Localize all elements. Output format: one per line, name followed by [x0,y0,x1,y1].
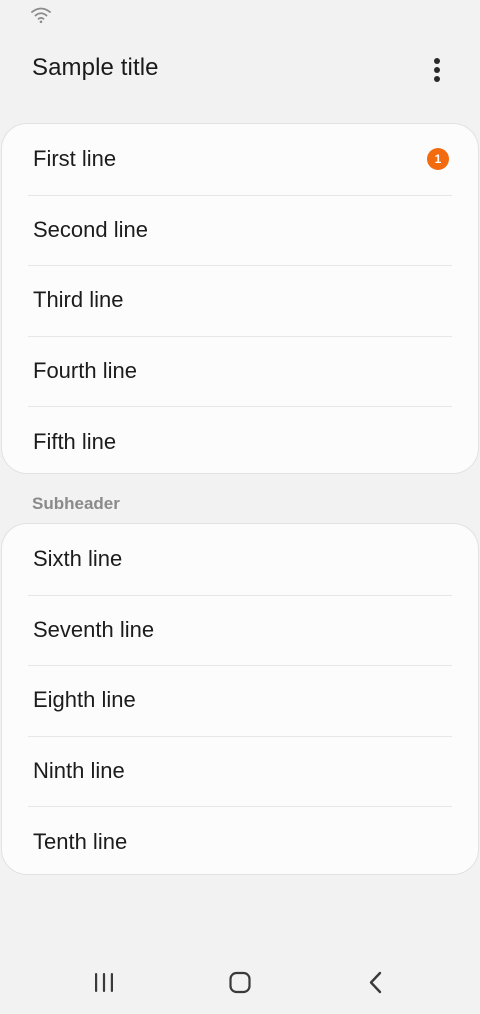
screen: Sample title First line 1 Second line Th… [0,0,480,1014]
list-group-1: First line 1 Second line Third line Four… [1,123,479,474]
list-item-label: Fifth line [33,428,117,454]
list-item-first[interactable]: First line 1 [2,124,478,195]
list-item-label: Second line [33,216,148,242]
list-group-2: Sixth line Seventh line Eighth line Nint… [1,523,479,875]
back-icon [369,971,382,994]
list-item-label: First line [33,146,117,172]
list-item-seventh[interactable]: Seventh line [2,594,478,666]
list-item-label: Sixth line [33,546,123,572]
page-title: Sample title [32,54,159,81]
list-item-third[interactable]: Third line [2,265,478,336]
notification-badge: 1 [427,148,449,171]
home-icon [229,971,251,994]
recents-button[interactable] [84,962,124,1002]
list-item-label: Third line [33,287,124,313]
list-item-eighth[interactable]: Eighth line [2,665,478,736]
list-item-second[interactable]: Second line [2,194,478,266]
list-item-label: Eighth line [33,687,136,713]
back-button[interactable] [356,962,396,1002]
list-item-sixth[interactable]: Sixth line [2,524,478,595]
home-button[interactable] [220,962,260,1002]
app-bar: Sample title [0,40,480,100]
list-item-label: Fourth line [33,358,137,384]
list-item-fifth[interactable]: Fifth line [2,406,478,473]
status-bar [0,0,480,30]
list-item-label: Ninth line [33,758,125,784]
wifi-icon [31,7,51,24]
more-options-button[interactable] [422,54,452,86]
navigation-bar [0,950,480,1014]
recents-icon [95,973,113,992]
list-item-label: Tenth line [33,828,128,854]
list-item-fourth[interactable]: Fourth line [2,335,478,407]
list-item-label: Seventh line [33,616,155,642]
subheader: Subheader [32,494,120,513]
list-item-tenth[interactable]: Tenth line [2,806,478,874]
list-item-ninth[interactable]: Ninth line [2,735,478,807]
